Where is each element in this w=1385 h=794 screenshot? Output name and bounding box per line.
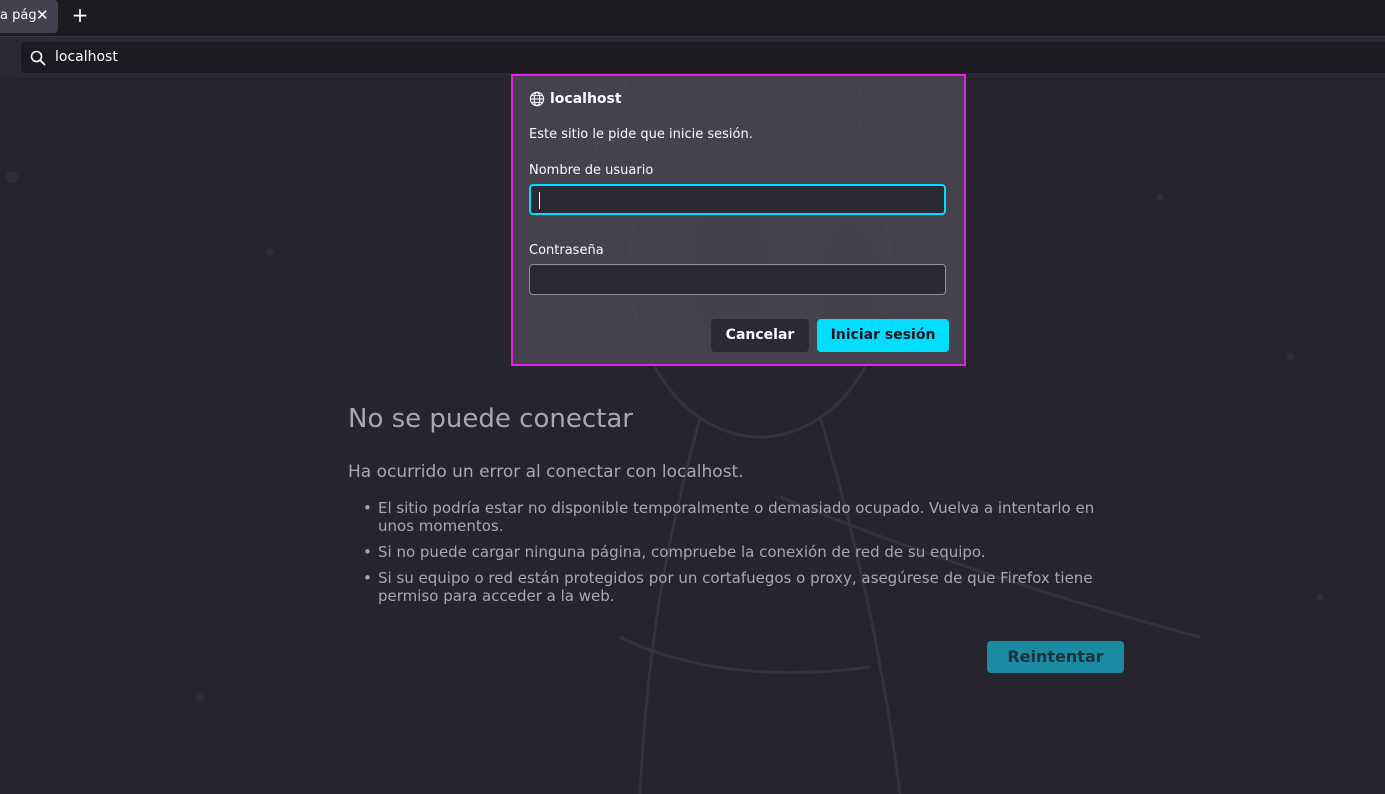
auth-dialog: localhost Este sitio le pide que inicie … [511, 74, 966, 366]
password-field[interactable] [529, 264, 946, 295]
error-suggestions: El sitio podría estar no disponible temp… [348, 499, 1108, 613]
tab-current[interactable]: a pág ✕ [0, 0, 58, 33]
text-caret [539, 192, 540, 209]
dialog-host: localhost [550, 91, 622, 107]
nav-bar: localhost [0, 36, 1385, 77]
new-tab-button[interactable]: + [70, 5, 90, 27]
dialog-message: Este sitio le pide que inicie sesión. [529, 127, 753, 142]
list-item: Si su equipo o red están protegidos por … [348, 569, 1108, 605]
login-button[interactable]: Iniciar sesión [817, 319, 949, 352]
url-bar[interactable]: localhost [21, 42, 1385, 73]
username-field[interactable] [529, 184, 946, 215]
error-title: No se puede conectar [348, 404, 633, 434]
list-item: El sitio podría estar no disponible temp… [348, 499, 1108, 535]
dialog-header: localhost [529, 90, 622, 108]
globe-icon [529, 91, 545, 107]
cancel-button[interactable]: Cancelar [711, 319, 809, 352]
password-label: Contraseña [529, 243, 604, 258]
retry-button[interactable]: Reintentar [987, 641, 1124, 673]
tab-title: a pág [0, 8, 37, 23]
username-label: Nombre de usuario [529, 163, 654, 178]
tab-bar: a pág ✕ + [0, 0, 1385, 36]
search-icon [30, 50, 46, 66]
url-text[interactable]: localhost [55, 49, 118, 65]
close-icon[interactable]: ✕ [36, 5, 50, 25]
list-item: Si no puede cargar ninguna página, compr… [348, 543, 1108, 561]
error-description: Ha ocurrido un error al conectar con loc… [348, 462, 744, 482]
